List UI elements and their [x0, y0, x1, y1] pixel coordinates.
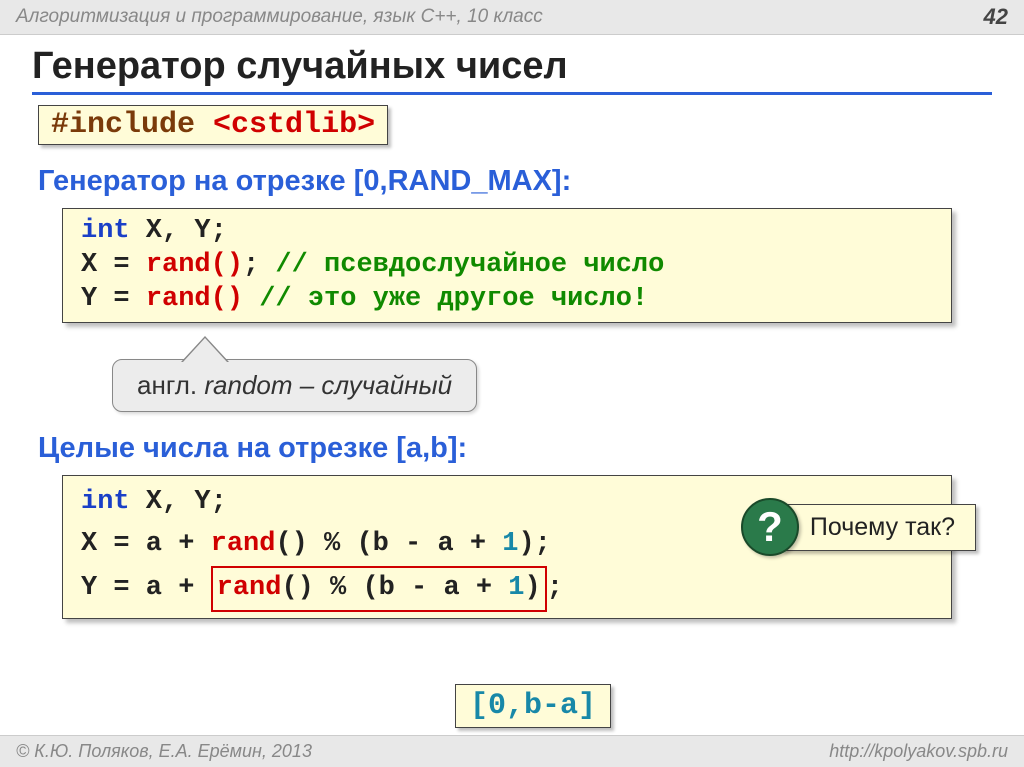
code-fn: rand() [146, 284, 243, 314]
code-text: ; [547, 573, 563, 603]
range-label-box: [0,b-a] [455, 684, 611, 728]
callout-arrow-fill [183, 338, 227, 362]
code-num: 1 [508, 573, 524, 603]
code-block-1: int X, Y; X = rand(); // псевдослучайное… [62, 208, 952, 323]
course-title: Алгоритмизация и программирование, язык … [16, 6, 543, 28]
question-text: Почему так? [781, 504, 976, 551]
keyword-int: int [81, 216, 130, 246]
footer-url: http://kpolyakov.spb.ru [829, 741, 1008, 762]
code-text: ) [524, 573, 540, 603]
code-comment: // псевдослучайное число [259, 250, 664, 280]
question-icon: ? [741, 498, 799, 556]
code-text: X, Y; [130, 487, 227, 517]
code-text: X = a + [81, 529, 211, 559]
question-callout: ? Почему так? [741, 498, 976, 556]
code-line: X = rand(); // псевдослучайное число [81, 249, 933, 283]
callout-random: англ. random – случайный [112, 359, 477, 412]
code-text: () % (b - a + [281, 573, 508, 603]
code-text: Y = a + [81, 573, 211, 603]
keyword-int: int [81, 487, 130, 517]
title-underline [32, 92, 992, 95]
code-line: int X, Y; [81, 215, 933, 249]
callout-word: random [204, 370, 292, 400]
callout-text: – случайный [293, 370, 453, 400]
question-mark: ? [757, 503, 783, 551]
section2-heading: Целые числа на отрезке [a,b]: [38, 432, 992, 465]
code-fn: rand() [146, 250, 243, 280]
page-number: 42 [984, 4, 1008, 30]
code-text: ; [243, 250, 259, 280]
include-keyword: #include [51, 108, 195, 142]
header-bar: Алгоритмизация и программирование, язык … [0, 0, 1024, 35]
copyright-text: © К.Ю. Поляков, Е.А. Ерёмин, 2013 [16, 741, 312, 762]
include-directive-box: #include <cstdlib> [38, 105, 388, 145]
code-text: ); [518, 529, 550, 559]
code-line: Y = rand() // это уже другое число! [81, 283, 933, 317]
section1-heading: Генератор на отрезке [0,RAND_MAX]: [38, 165, 992, 198]
code-text: X = [81, 250, 146, 280]
page-title: Генератор случайных чисел [32, 45, 992, 88]
code-text: () % (b - a + [275, 529, 502, 559]
code-text: Y = [81, 284, 146, 314]
code-comment: // это уже другое число! [243, 284, 648, 314]
highlight-box: rand() % (b - a + 1) [211, 566, 547, 612]
footer-bar: © К.Ю. Поляков, Е.А. Ерёмин, 2013 http:/… [0, 735, 1024, 767]
code-line: Y = a + rand() % (b - a + 1); [81, 566, 933, 612]
code-fn: rand [211, 529, 276, 559]
callout-text: англ. [137, 370, 204, 400]
code-fn: rand [217, 573, 282, 603]
code-text: X, Y; [130, 216, 227, 246]
code-num: 1 [502, 529, 518, 559]
include-library: <cstdlib> [213, 108, 375, 142]
